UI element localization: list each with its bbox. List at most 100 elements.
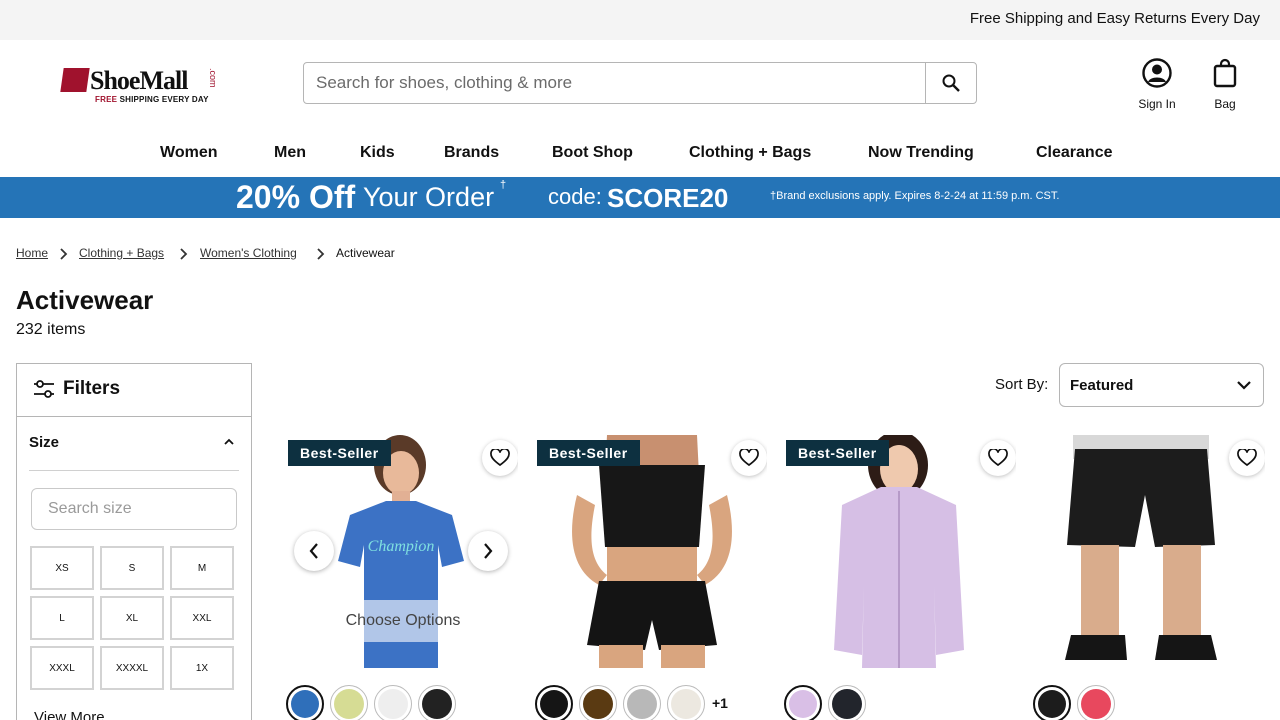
size-option-xxxl[interactable]: XXXL	[30, 646, 94, 690]
size-option-xl[interactable]: XL	[100, 596, 164, 640]
swatch-color	[627, 689, 657, 719]
search-input[interactable]	[304, 63, 926, 103]
breadcrumb-clothing-bags[interactable]: Clothing + Bags	[79, 246, 164, 260]
promo-dagger: †	[500, 179, 507, 191]
size-search-input[interactable]	[31, 488, 237, 530]
swatch-color	[1081, 689, 1111, 719]
nav-item-women[interactable]: Women	[160, 144, 217, 162]
shipping-banner: Free Shipping and Easy Returns Every Day	[0, 0, 1280, 40]
filter-sliders-icon	[34, 380, 54, 398]
favorite-button[interactable]	[980, 440, 1016, 476]
color-swatch[interactable]	[374, 685, 412, 720]
promo-rest: Your Order	[363, 182, 495, 212]
logo-text: ShoeMall	[90, 66, 188, 95]
previous-image-button[interactable]	[294, 531, 334, 571]
size-option-xxl[interactable]: XXL	[170, 596, 234, 640]
favorite-button[interactable]	[482, 440, 518, 476]
best-seller-badge: Best-Seller	[786, 440, 889, 466]
best-seller-badge: Best-Seller	[288, 440, 391, 466]
product-image[interactable]: Best-Seller	[786, 435, 1016, 668]
nav-item-boot-shop[interactable]: Boot Shop	[552, 144, 633, 162]
filters-header: Filters	[17, 364, 251, 417]
color-swatch[interactable]	[286, 685, 324, 720]
color-swatch[interactable]	[418, 685, 456, 720]
product-card[interactable]: Best-Seller	[784, 435, 1016, 720]
nav-item-clearance[interactable]: Clearance	[1036, 144, 1113, 162]
size-filter-heading[interactable]: Size	[29, 434, 59, 451]
shopping-bag-icon	[1213, 58, 1237, 88]
search-bar	[303, 62, 977, 104]
filters-panel: Filters Size XS S M L XL XXL XXXL XXXXL …	[16, 363, 252, 720]
divider	[29, 470, 239, 471]
promo-code: SCORE20	[607, 183, 729, 213]
logo-tagline: FREE SHIPPING EVERY DAY	[95, 95, 209, 104]
breadcrumb-home[interactable]: Home	[16, 246, 48, 260]
account-icon	[1142, 58, 1172, 88]
favorite-button[interactable]	[1229, 440, 1265, 476]
swatch-color	[540, 690, 568, 718]
breadcrumb-current: Activewear	[336, 246, 395, 260]
color-swatch[interactable]	[828, 685, 866, 720]
search-button[interactable]	[925, 63, 976, 103]
chevron-left-icon	[309, 543, 318, 559]
product-photo-bike-shorts	[1035, 435, 1265, 668]
size-option-xs[interactable]: XS	[30, 546, 94, 590]
filters-title: Filters	[63, 378, 121, 399]
chevron-up-icon[interactable]	[223, 438, 235, 446]
product-image[interactable]: Champion Best-Seller Choose Options	[288, 435, 518, 668]
size-option-1x[interactable]: 1X	[170, 646, 234, 690]
product-card[interactable]: Best-Seller +1	[535, 435, 767, 720]
product-card[interactable]	[1033, 435, 1265, 720]
color-swatch[interactable]	[535, 685, 573, 720]
color-swatch[interactable]	[330, 685, 368, 720]
nav-item-men[interactable]: Men	[274, 144, 306, 162]
swatch-color	[334, 689, 364, 719]
color-swatch[interactable]	[1077, 685, 1115, 720]
view-more-sizes-link[interactable]: View More	[34, 709, 105, 720]
promo-percent: 20% Off	[236, 179, 356, 215]
swatch-color	[832, 689, 862, 719]
color-swatch[interactable]	[623, 685, 661, 720]
nav-item-kids[interactable]: Kids	[360, 144, 395, 162]
heart-icon	[988, 449, 1008, 467]
promo-banner[interactable]: 20% Off Your Order † code: SCORE20 †Bran…	[0, 177, 1280, 218]
chevron-down-icon	[1237, 381, 1251, 390]
size-option-l[interactable]: L	[30, 596, 94, 640]
item-count: 232 items	[16, 321, 86, 338]
main-nav: Women Men Kids Brands Boot Shop Clothing…	[0, 144, 1280, 166]
logo-com: .com	[208, 68, 218, 88]
swatch-color	[583, 689, 613, 719]
next-image-button[interactable]	[468, 531, 508, 571]
chevron-right-icon	[60, 248, 68, 260]
page-title: Activewear	[16, 285, 154, 315]
bag-button[interactable]: Bag	[1205, 58, 1245, 111]
nav-item-now-trending[interactable]: Now Trending	[868, 144, 974, 162]
product-photo-activewear-set	[537, 435, 767, 668]
nav-item-brands[interactable]: Brands	[444, 144, 499, 162]
color-swatch[interactable]	[579, 685, 617, 720]
choose-options-button[interactable]: Choose Options	[338, 600, 468, 642]
heart-icon	[490, 449, 510, 467]
promo-code-label: code:	[548, 184, 602, 209]
logo-mark-icon	[60, 68, 90, 92]
size-option-m[interactable]: M	[170, 546, 234, 590]
product-image[interactable]: Best-Seller	[537, 435, 767, 668]
breadcrumb-womens-clothing[interactable]: Women's Clothing	[200, 246, 297, 260]
sort-dropdown[interactable]: Featured	[1059, 363, 1264, 407]
size-option-s[interactable]: S	[100, 546, 164, 590]
color-swatch[interactable]	[784, 685, 822, 720]
nav-item-clothing-bags[interactable]: Clothing + Bags	[689, 144, 811, 162]
color-swatch[interactable]	[667, 685, 705, 720]
product-card[interactable]: Champion Best-Seller Choose Options	[286, 435, 518, 720]
chevron-right-icon	[180, 248, 188, 260]
product-image[interactable]	[1035, 435, 1265, 668]
sign-in-label: Sign In	[1138, 97, 1176, 111]
favorite-button[interactable]	[731, 440, 767, 476]
more-colors-count[interactable]: +1	[712, 695, 728, 711]
size-option-xxxxl[interactable]: XXXXL	[100, 646, 164, 690]
color-swatch[interactable]	[1033, 685, 1071, 720]
shoemall-logo[interactable]: ShoeMall .com FREE SHIPPING EVERY DAY	[60, 66, 222, 108]
swatch-color	[789, 690, 817, 718]
sign-in-button[interactable]: Sign In	[1131, 58, 1183, 111]
product-photo-zip-jacket	[786, 435, 1016, 668]
